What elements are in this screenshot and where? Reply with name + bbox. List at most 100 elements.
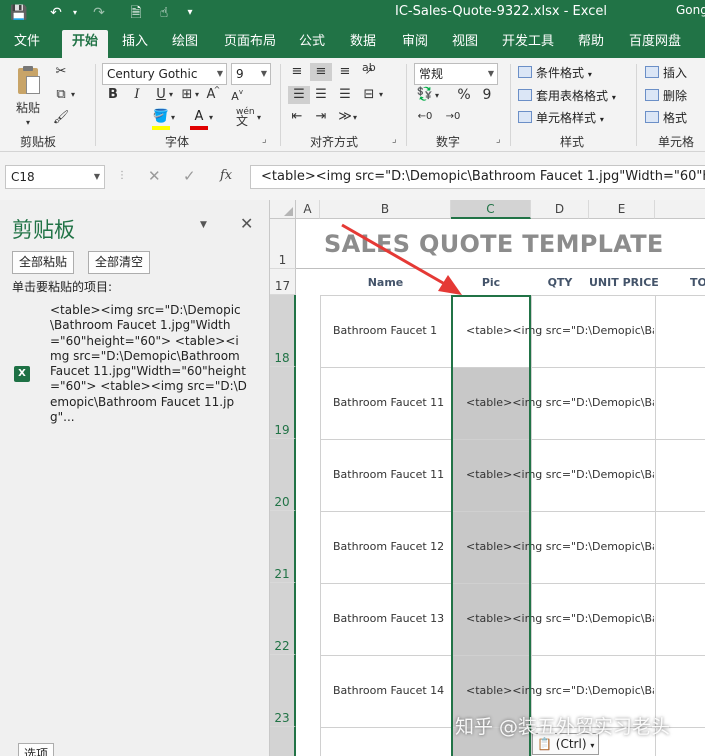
bold-button[interactable]: B: [104, 86, 122, 104]
undo-icon[interactable]: ↶: [44, 3, 68, 23]
tab-view[interactable]: 视图: [444, 30, 486, 58]
select-all-button[interactable]: [270, 200, 296, 219]
align-left-icon[interactable]: ☰: [288, 86, 310, 104]
tab-data[interactable]: 数据: [342, 30, 384, 58]
insert-cells-icon: [645, 66, 659, 78]
row-header-20[interactable]: 20: [270, 439, 296, 511]
format-as-table-button[interactable]: 套用表格格式 ▾: [518, 86, 616, 106]
customize-quick-access-icon[interactable]: ▾: [182, 3, 198, 23]
clipboard-item[interactable]: <table><img src="D:\Demopic\Bathroom Fau…: [50, 303, 250, 425]
cancel-icon[interactable]: ✕: [148, 167, 161, 185]
font-size-combo[interactable]: 9 ▼: [231, 63, 271, 85]
fill-color-dropdown-icon[interactable]: ▾: [168, 109, 178, 127]
paste-icon[interactable]: [15, 66, 41, 96]
tab-baidu-netdisk[interactable]: 百度网盘: [624, 30, 686, 58]
row-header-1[interactable]: 1: [270, 219, 296, 269]
number-format-combo[interactable]: 常规 ▼: [414, 63, 498, 85]
paste-dropdown-icon[interactable]: ▾: [20, 113, 36, 133]
decrease-decimal-icon[interactable]: →0: [444, 108, 462, 126]
pane-options-dropdown-icon[interactable]: ▼: [200, 220, 207, 230]
formula-bar-resize-icon[interactable]: ⋮: [117, 170, 127, 181]
column-header-a[interactable]: A: [296, 200, 320, 219]
merge-dropdown-icon[interactable]: ▾: [376, 86, 386, 104]
group-separator: [95, 64, 96, 146]
options-button[interactable]: 选项: [18, 743, 55, 756]
touch-mode-icon[interactable]: ☝: [153, 3, 175, 23]
border-dropdown-icon[interactable]: ▾: [192, 86, 202, 104]
undo-dropdown-icon[interactable]: ▾: [68, 3, 82, 23]
cut-icon[interactable]: ✂: [52, 63, 70, 81]
close-icon[interactable]: ✕: [240, 214, 253, 233]
increase-indent-icon[interactable]: ⇥: [312, 108, 330, 126]
cell-name[interactable]: Bathroom Faucet 11: [333, 396, 444, 409]
number-dialog-launcher-icon[interactable]: ⌟: [496, 134, 501, 145]
align-right-icon[interactable]: ☰: [336, 86, 354, 104]
enter-icon[interactable]: ✓: [183, 167, 196, 185]
decrease-indent-icon[interactable]: ⇤: [288, 108, 306, 126]
name-box[interactable]: C18 ▼: [5, 165, 105, 189]
cell-styles-button[interactable]: 单元格样式 ▾: [518, 108, 604, 128]
grow-arrow-icon: ^: [213, 85, 221, 94]
tab-draw[interactable]: 绘图: [163, 30, 207, 58]
column-header-d[interactable]: D: [531, 200, 589, 219]
row-header-23[interactable]: 23: [270, 655, 296, 727]
align-top-icon[interactable]: ≡: [288, 63, 306, 81]
delete-cells-button[interactable]: 删除: [645, 86, 687, 106]
tab-file[interactable]: 文件: [4, 30, 50, 58]
increase-decimal-icon[interactable]: ←0: [416, 108, 434, 126]
tab-review[interactable]: 审阅: [394, 30, 436, 58]
clear-all-button[interactable]: 全部清空: [88, 251, 151, 274]
wrap-text-button[interactable]: ab: [362, 61, 376, 74]
formula-input[interactable]: <table><img src="D:\Demopic\Bathroom Fau…: [250, 165, 705, 189]
header-qty[interactable]: QTY: [531, 276, 589, 289]
tab-home[interactable]: 开始: [62, 30, 108, 58]
redo-icon[interactable]: ↷: [88, 3, 110, 23]
save-icon[interactable]: 💾: [8, 3, 30, 23]
font-name-combo[interactable]: Century Gothic ▼: [102, 63, 227, 85]
format-painter-icon[interactable]: 🖌: [52, 109, 70, 127]
phonetic-dropdown-icon[interactable]: ▾: [254, 109, 264, 127]
phonetic-guide-button[interactable]: wén 文: [236, 108, 255, 128]
align-center-icon[interactable]: ☰: [312, 86, 330, 104]
row-header-19[interactable]: 19: [270, 367, 296, 439]
percent-style-button[interactable]: %: [455, 86, 473, 104]
worksheet-grid[interactable]: A B C D E 1 17 18 19 20 21 22 23 SALES Q…: [270, 200, 705, 756]
user-name[interactable]: Gong: [676, 3, 705, 17]
copy-dropdown-icon[interactable]: ▾: [68, 86, 78, 104]
font-dialog-launcher-icon[interactable]: ⌟: [262, 134, 267, 145]
cell-name[interactable]: Bathroom Faucet 13: [333, 612, 444, 625]
column-header-e[interactable]: E: [589, 200, 655, 219]
alignment-dialog-launcher-icon[interactable]: ⌟: [392, 134, 397, 145]
comma-style-button[interactable]: 9: [478, 86, 496, 104]
tab-help[interactable]: 帮助: [570, 30, 612, 58]
cell-name[interactable]: Bathroom Faucet 1: [333, 324, 437, 337]
tab-page-layout[interactable]: 页面布局: [218, 30, 282, 58]
paste-all-button[interactable]: 全部粘贴: [12, 251, 75, 274]
insert-cells-button[interactable]: 插入: [645, 63, 687, 83]
header-unit-price[interactable]: UNIT PRICE: [589, 276, 659, 289]
row-header-22[interactable]: 22: [270, 583, 296, 655]
cell-name[interactable]: Bathroom Faucet 14: [333, 684, 444, 697]
row-header-24[interactable]: [270, 727, 296, 756]
cell-name[interactable]: Bathroom Faucet 11: [333, 468, 444, 481]
tab-developer[interactable]: 开发工具: [496, 30, 560, 58]
row-header-18[interactable]: 18: [270, 295, 296, 367]
header-total[interactable]: TO: [690, 276, 705, 289]
cell-name[interactable]: Bathroom Faucet 12: [333, 540, 444, 553]
italic-button[interactable]: I: [128, 86, 146, 104]
underline-dropdown-icon[interactable]: ▾: [166, 86, 176, 104]
font-color-dropdown-icon[interactable]: ▾: [206, 109, 216, 127]
row-header-21[interactable]: 21: [270, 511, 296, 583]
accounting-dropdown-icon[interactable]: ▾: [432, 87, 442, 105]
row-header-17[interactable]: 17: [270, 269, 296, 295]
tab-formulas[interactable]: 公式: [292, 30, 332, 58]
align-middle-icon[interactable]: ≡: [310, 63, 332, 81]
column-header-f[interactable]: [655, 200, 705, 219]
text-direction-dropdown-icon[interactable]: ▾: [350, 109, 360, 127]
align-bottom-icon[interactable]: ≡: [336, 63, 354, 81]
tab-insert[interactable]: 插入: [113, 30, 157, 58]
conditional-formatting-button[interactable]: 条件格式 ▾: [518, 63, 592, 83]
print-preview-icon[interactable]: 🗎: [125, 3, 147, 23]
insert-function-button[interactable]: fx: [220, 168, 232, 183]
format-cells-button[interactable]: 格式: [645, 108, 687, 128]
